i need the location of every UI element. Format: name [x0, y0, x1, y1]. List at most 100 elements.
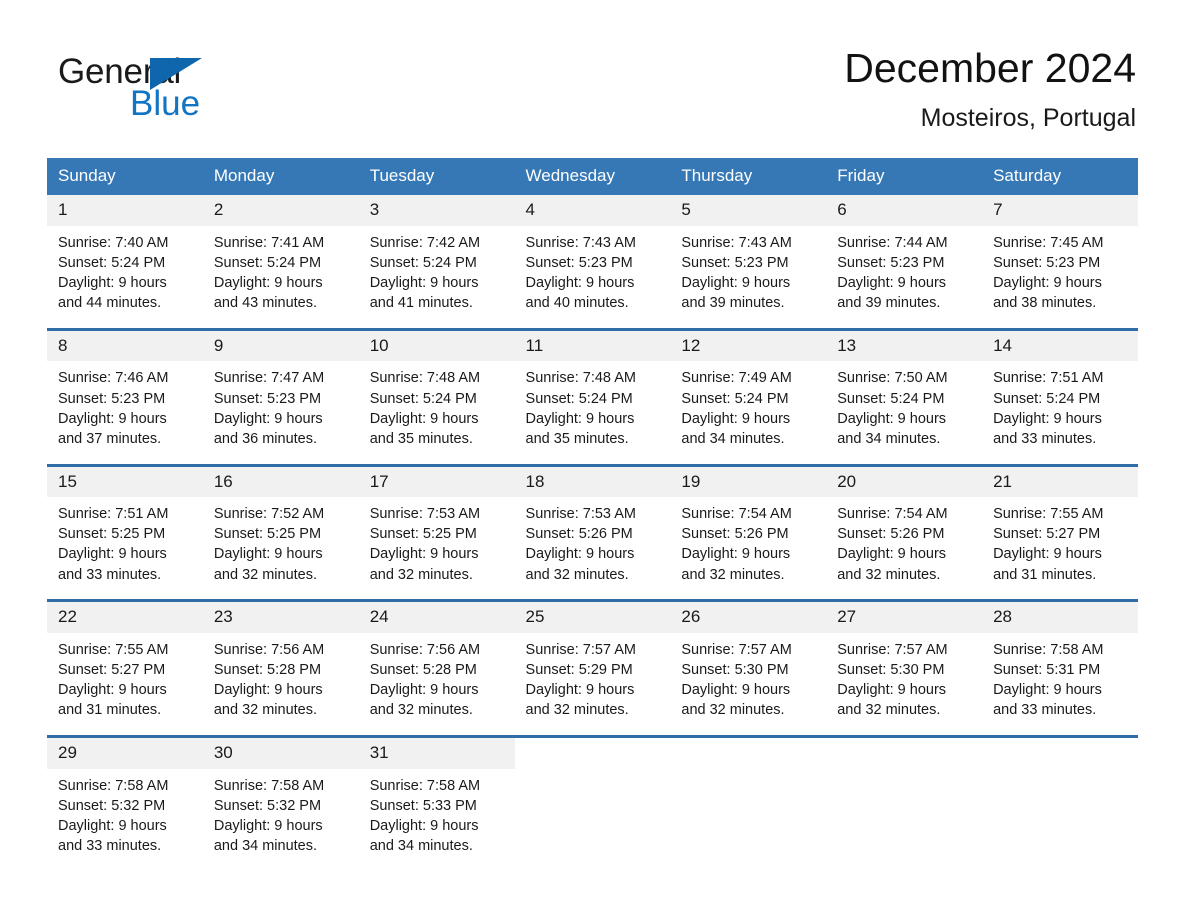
day-number: 16 — [202, 466, 359, 498]
sunset-text: Sunset: 5:27 PM — [58, 662, 166, 679]
calendar-week-row: 22 Sunrise: 7:55 AM Sunset: 5:27 PM Dayligh… — [47, 599, 1138, 721]
calendar-header-row: Sunday Monday Tuesday Wednesday Thursday Frid… — [47, 158, 1138, 195]
calendar-day-cell[interactable]: 22 Sunrise: 7:55 AM Sunset: 5:27 PM Dayligh… — [47, 599, 203, 721]
calendar-day-cell[interactable]: 18 Sunrise: 7:53 AM Sunset: 5:26 PM Dayligh… — [514, 463, 671, 585]
day-number: 22 — [47, 602, 203, 633]
sunset-text: Sunset: 5:26 PM — [837, 526, 945, 543]
calendar-day-cell[interactable]: 17 Sunrise: 7:53 AM Sunset: 5:25 PM Dayligh… — [358, 463, 515, 585]
daylight-text-line2: and 34 minutes. — [681, 430, 785, 447]
sunset-text: Sunset: 5:32 PM — [213, 797, 322, 814]
sunrise-text: Sunrise: 7:55 AM — [993, 506, 1104, 523]
sunset-text: Sunset: 5:23 PM — [213, 390, 322, 407]
day-info: Sunrise: 7:57 AM Sunset: 5:30 PM Daylight:… — [670, 633, 826, 721]
calendar-day-cell[interactable]: 5 Sunrise: 7:43 AM Sunset: 5:23 PM Daylight… — [670, 195, 827, 314]
day-number: 18 — [514, 466, 671, 498]
calendar-day-cell[interactable]: 19 Sunrise: 7:54 AM Sunset: 5:26 PM Dayligh… — [670, 463, 827, 585]
calendar-day-cell[interactable]: 13 Sunrise: 7:50 AM Sunset: 5:24 PM Dayligh… — [826, 327, 983, 449]
day-info: Sunrise: 7:55 AM Sunset: 5:27 PM Daylight:… — [982, 497, 1138, 585]
calendar-day-cell[interactable]: 1 Sunrise: 7:40 AM Sunset: 5:24 PM Daylight… — [47, 195, 203, 314]
day-number: 12 — [670, 330, 827, 362]
calendar-day-cell[interactable]: 14 Sunrise: 7:51 AM Sunset: 5:24 PM Dayligh… — [982, 327, 1138, 449]
calendar-day-cell[interactable]: 6 Sunrise: 7:44 AM Sunset: 5:23 PM Daylight… — [826, 195, 983, 314]
sunset-text: Sunset: 5:28 PM — [369, 662, 477, 679]
sunset-text: Sunset: 5:26 PM — [681, 526, 789, 543]
day-info: Sunrise: 7:47 AM Sunset: 5:23 PM Daylight:… — [203, 361, 359, 449]
calendar-day-cell[interactable]: 4 Sunrise: 7:43 AM Sunset: 5:23 PM Daylight… — [514, 195, 671, 314]
daylight-text-line1: Daylight: 9 hours — [837, 682, 947, 699]
day-info: Sunrise: 7:43 AM Sunset: 5:23 PM Daylight:… — [515, 226, 671, 314]
daylight-text-line1: Daylight: 9 hours — [58, 682, 167, 699]
day-number — [670, 738, 827, 750]
daylight-text-line2: and 40 minutes. — [525, 295, 629, 312]
weekday-header-wednesday: Wednesday — [514, 158, 671, 195]
sunrise-text: Sunrise: 7:58 AM — [213, 777, 325, 794]
weekday-header-friday: Friday — [826, 158, 983, 195]
day-number: 21 — [982, 466, 1138, 498]
sunset-text: Sunset: 5:23 PM — [681, 254, 789, 271]
day-info: Sunrise: 7:58 AM Sunset: 5:32 PM Daylight:… — [47, 769, 203, 857]
calendar-day-cell[interactable]: 29 Sunrise: 7:58 AM Sunset: 5:32 PM Dayligh… — [47, 735, 203, 857]
daylight-text-line2: and 41 minutes. — [369, 295, 473, 312]
sunset-text: Sunset: 5:24 PM — [369, 254, 477, 271]
calendar-day-cell[interactable]: 24 Sunrise: 7:56 AM Sunset: 5:28 PM Dayligh… — [358, 599, 515, 721]
day-info: Sunrise: 7:44 AM Sunset: 5:23 PM Daylight:… — [826, 226, 982, 314]
sunset-text: Sunset: 5:27 PM — [993, 526, 1101, 543]
calendar-day-cell[interactable]: 2 Sunrise: 7:41 AM Sunset: 5:24 PM Daylight… — [202, 195, 359, 314]
daylight-text-line2: and 34 minutes. — [213, 838, 318, 855]
weekday-header-saturday: Saturday — [982, 158, 1138, 195]
day-info: Sunrise: 7:50 AM Sunset: 5:24 PM Daylight:… — [826, 361, 982, 449]
sunset-text: Sunset: 5:24 PM — [369, 390, 477, 407]
calendar-day-cell[interactable]: 23 Sunrise: 7:56 AM Sunset: 5:28 PM Dayligh… — [202, 599, 359, 721]
day-info: Sunrise: 7:49 AM Sunset: 5:24 PM Daylight:… — [670, 361, 826, 449]
sunrise-text: Sunrise: 7:52 AM — [213, 506, 325, 523]
day-number — [514, 738, 671, 750]
calendar-day-cell[interactable]: 9 Sunrise: 7:47 AM Sunset: 5:23 PM Daylight… — [202, 327, 359, 449]
daylight-text-line2: and 32 minutes. — [837, 566, 941, 583]
calendar-day-cell[interactable]: 16 Sunrise: 7:52 AM Sunset: 5:25 PM Dayligh… — [202, 463, 359, 585]
sunset-text: Sunset: 5:24 PM — [681, 390, 789, 407]
day-info: Sunrise: 7:40 AM Sunset: 5:24 PM Daylight:… — [47, 226, 203, 314]
sunset-text: Sunset: 5:29 PM — [525, 662, 633, 679]
calendar-day-cell[interactable]: 7 Sunrise: 7:45 AM Sunset: 5:23 PM Daylight… — [982, 195, 1138, 314]
daylight-text-line2: and 36 minutes. — [213, 430, 318, 447]
week-spacer-cell — [47, 449, 1138, 465]
generalblue-logo[interactable]: General Blue — [58, 44, 208, 121]
sunrise-text: Sunrise: 7:48 AM — [369, 370, 481, 387]
calendar-day-cell[interactable]: 26 Sunrise: 7:57 AM Sunset: 5:30 PM Dayligh… — [670, 599, 827, 721]
sunset-text: Sunset: 5:24 PM — [837, 390, 945, 407]
calendar-day-cell[interactable]: 28 Sunrise: 7:58 AM Sunset: 5:31 PM Dayligh… — [982, 599, 1138, 721]
calendar-day-cell[interactable]: 30 Sunrise: 7:58 AM Sunset: 5:32 PM Dayligh… — [202, 735, 359, 857]
calendar-day-cell[interactable]: 10 Sunrise: 7:48 AM Sunset: 5:24 PM Dayligh… — [358, 327, 515, 449]
calendar-day-cell[interactable]: 27 Sunrise: 7:57 AM Sunset: 5:30 PM Dayligh… — [826, 599, 983, 721]
calendar-day-cell[interactable]: 15 Sunrise: 7:51 AM Sunset: 5:25 PM Dayligh… — [47, 463, 203, 585]
sunset-text: Sunset: 5:32 PM — [58, 797, 166, 814]
day-info: Sunrise: 7:56 AM Sunset: 5:28 PM Daylight:… — [203, 633, 359, 721]
day-info: Sunrise: 7:58 AM Sunset: 5:31 PM Daylight:… — [982, 633, 1138, 721]
sunrise-text: Sunrise: 7:44 AM — [837, 234, 948, 251]
calendar-day-cell[interactable]: 25 Sunrise: 7:57 AM Sunset: 5:29 PM Dayligh… — [514, 599, 671, 721]
calendar-day-cell[interactable]: 8 Sunrise: 7:46 AM Sunset: 5:23 PM Daylight… — [47, 327, 203, 449]
calendar-day-cell[interactable]: 11 Sunrise: 7:48 AM Sunset: 5:24 PM Dayligh… — [514, 327, 671, 449]
sunrise-text: Sunrise: 7:57 AM — [681, 641, 792, 658]
day-info: Sunrise: 7:43 AM Sunset: 5:23 PM Daylight:… — [670, 226, 826, 314]
day-info: Sunrise: 7:55 AM Sunset: 5:27 PM Daylight:… — [47, 633, 203, 721]
day-number: 4 — [514, 195, 671, 226]
calendar-day-cell[interactable]: 21 Sunrise: 7:55 AM Sunset: 5:27 PM Dayligh… — [982, 463, 1138, 585]
calendar-day-cell[interactable]: 3 Sunrise: 7:42 AM Sunset: 5:24 PM Daylight… — [358, 195, 515, 314]
daylight-text-line1: Daylight: 9 hours — [525, 274, 635, 291]
sunset-text: Sunset: 5:30 PM — [837, 662, 945, 679]
calendar-day-cell[interactable]: 20 Sunrise: 7:54 AM Sunset: 5:26 PM Dayligh… — [826, 463, 983, 585]
sunset-text: Sunset: 5:23 PM — [525, 254, 633, 271]
sunset-text: Sunset: 5:31 PM — [993, 662, 1101, 679]
calendar-day-cell[interactable]: 12 Sunrise: 7:49 AM Sunset: 5:24 PM Dayligh… — [670, 327, 827, 449]
sunset-text: Sunset: 5:23 PM — [58, 390, 166, 407]
calendar-day-cell[interactable]: 31 Sunrise: 7:58 AM Sunset: 5:33 PM Dayligh… — [358, 735, 515, 857]
sunrise-text: Sunrise: 7:42 AM — [369, 234, 481, 251]
sunset-text: Sunset: 5:33 PM — [369, 797, 477, 814]
daylight-text-line1: Daylight: 9 hours — [681, 410, 791, 427]
daylight-text-line2: and 43 minutes. — [213, 295, 318, 312]
sunset-text: Sunset: 5:28 PM — [213, 662, 322, 679]
sunset-text: Sunset: 5:26 PM — [525, 526, 633, 543]
week-spacer — [47, 313, 1138, 330]
day-info: Sunrise: 7:52 AM Sunset: 5:25 PM Daylight:… — [203, 497, 359, 585]
